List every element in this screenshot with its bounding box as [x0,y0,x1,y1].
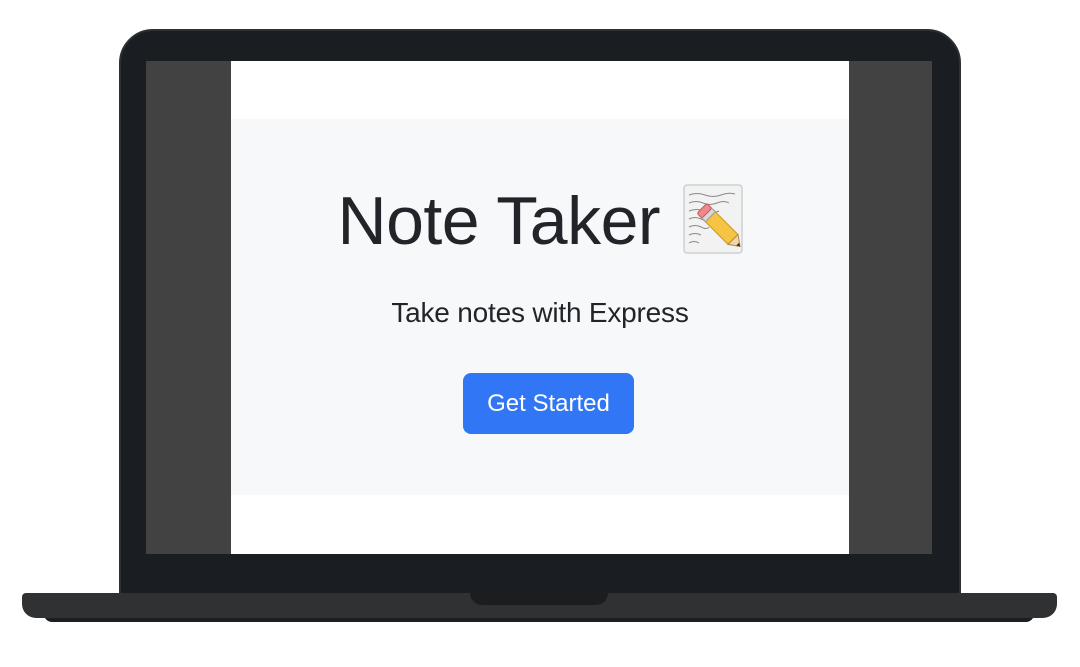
page-title: Note Taker [337,183,661,259]
get-started-button[interactable]: Get Started [463,373,634,434]
title-row: Note Taker [231,181,849,261]
laptop-notch [470,593,608,605]
laptop-screen: Note Taker Take notes with Express Get S… [146,61,932,554]
memo-icon [682,184,743,254]
browser-page: Note Taker Take notes with Express Get S… [231,61,849,554]
laptop-mockup: Note Taker Take notes with Express Get S… [0,0,1080,667]
page-subtitle: Take notes with Express [391,297,689,328]
subtitle-wrap: Take notes with Express [231,297,849,329]
hero-jumbotron: Note Taker Take notes with Express Get S… [231,119,849,495]
